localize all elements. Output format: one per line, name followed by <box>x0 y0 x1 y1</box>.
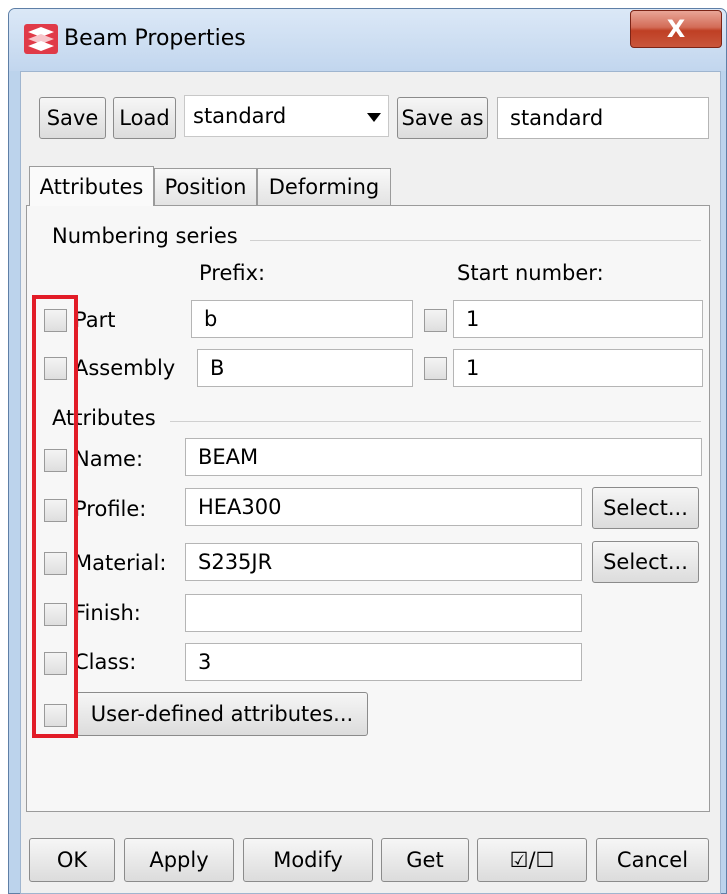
assembly-prefix-input[interactable]: B <box>197 349 413 387</box>
load-button[interactable]: Load <box>113 97 176 139</box>
user-defined-attributes-button[interactable]: User-defined attributes... <box>76 692 368 736</box>
group-divider <box>170 421 701 422</box>
class-input[interactable]: 3 <box>185 643 582 681</box>
assembly-start-number-input[interactable]: 1 <box>453 349 703 387</box>
preset-dropdown[interactable]: standard <box>184 95 389 137</box>
ok-button[interactable]: OK <box>29 838 115 882</box>
get-button[interactable]: Get <box>381 838 469 882</box>
part-start-checkbox[interactable] <box>424 309 447 332</box>
modify-button[interactable]: Modify <box>243 838 373 882</box>
tab-attributes[interactable]: Attributes <box>29 166 154 206</box>
close-icon: X <box>666 15 686 43</box>
profile-select-button[interactable]: Select... <box>592 487 699 529</box>
assembly-label: Assembly <box>74 356 176 380</box>
save-as-name-input[interactable]: standard <box>497 97 709 139</box>
group-divider <box>250 240 701 241</box>
prefix-header: Prefix: <box>199 261 266 285</box>
numbering-series-heading: Numbering series <box>52 224 238 248</box>
close-button[interactable]: X <box>630 10 722 48</box>
profile-input[interactable]: HEA300 <box>185 488 582 526</box>
app-icon <box>24 24 58 54</box>
material-select-button[interactable]: Select... <box>592 541 699 583</box>
toggle-all-checkboxes-button[interactable]: ☑/☐ <box>477 838 587 882</box>
name-input[interactable]: BEAM <box>185 438 702 476</box>
part-label: Part <box>74 308 116 332</box>
preset-value: standard <box>193 104 287 128</box>
name-label: Name: <box>74 447 144 471</box>
apply-button[interactable]: Apply <box>124 838 234 882</box>
material-label: Material: <box>74 551 167 575</box>
save-button[interactable]: Save <box>39 97 106 139</box>
chevron-down-icon[interactable] <box>367 113 381 122</box>
save-as-button[interactable]: Save as <box>397 97 488 139</box>
class-label: Class: <box>74 650 137 674</box>
profile-label: Profile: <box>74 497 147 521</box>
finish-input[interactable] <box>185 594 582 632</box>
tab-deforming[interactable]: Deforming <box>257 168 391 205</box>
part-start-number-input[interactable]: 1 <box>453 300 703 338</box>
assembly-start-checkbox[interactable] <box>424 357 447 380</box>
checkbox-column-highlight <box>32 295 78 738</box>
cancel-button[interactable]: Cancel <box>596 838 709 882</box>
window-title: Beam Properties <box>64 26 246 51</box>
material-input[interactable]: S235JR <box>185 543 582 581</box>
start-number-header: Start number: <box>457 261 604 285</box>
finish-label: Finish: <box>74 601 141 625</box>
part-prefix-input[interactable]: b <box>191 300 413 338</box>
tab-position[interactable]: Position <box>154 168 257 205</box>
